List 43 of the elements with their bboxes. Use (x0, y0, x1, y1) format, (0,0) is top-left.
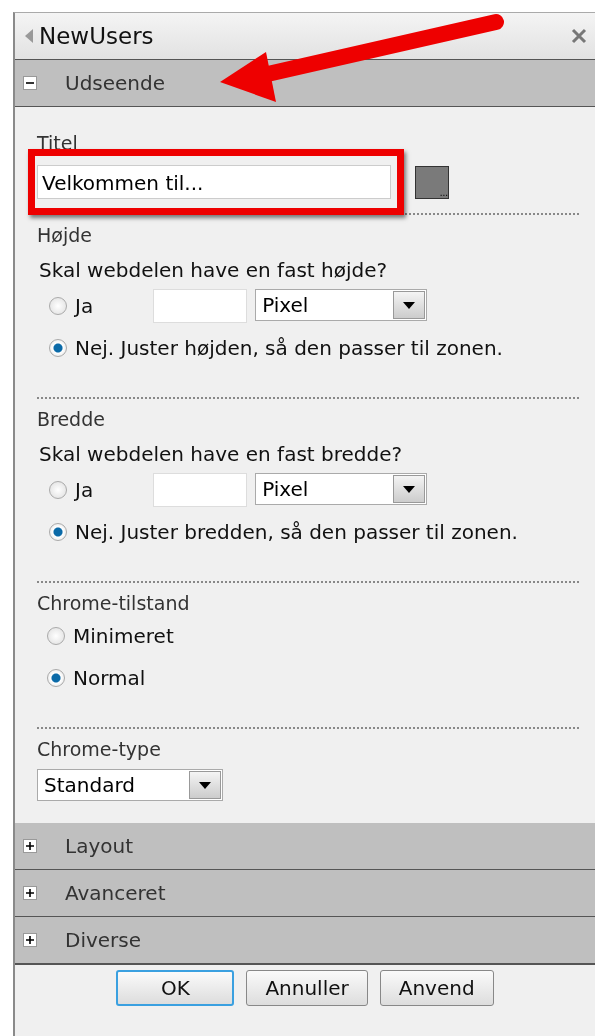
plus-icon (23, 933, 37, 947)
dialog-button[interactable]: OK (116, 970, 235, 1006)
plus-icon (23, 839, 37, 853)
radio-button[interactable] (49, 481, 67, 499)
plus-icon (23, 886, 37, 900)
option-label: Nej. Juster bredden, så den passer til zonen. (75, 520, 518, 544)
dropdown[interactable]: Pixel (255, 473, 428, 505)
dropdown[interactable]: Pixel (255, 289, 428, 321)
dialog-button[interactable]: Annuller (246, 970, 368, 1006)
option-label: Minimeret (73, 624, 174, 648)
minus-icon (23, 76, 37, 90)
collapse-arrow-icon (25, 29, 33, 43)
section-header[interactable]: Layout (15, 823, 595, 870)
radio-button[interactable] (49, 523, 67, 541)
dropdown[interactable]: Standard (37, 769, 223, 801)
builder-button[interactable]: ... (415, 165, 449, 199)
option-label: Ja (75, 478, 94, 502)
dropdown-arrow-icon (403, 301, 416, 309)
radio-button[interactable] (47, 669, 65, 687)
dropdown-arrow-icon (199, 781, 211, 789)
radio-button[interactable] (49, 339, 67, 357)
title-field[interactable]: Velkommen til... (37, 165, 391, 199)
section-header[interactable]: Diverse (15, 917, 595, 964)
radio-button[interactable] (47, 627, 65, 645)
radio-button[interactable] (49, 297, 67, 315)
section-header[interactable]: Udseende (15, 60, 595, 107)
option-label: Nej. Juster højden, så den passer til zonen. (75, 336, 503, 360)
section-label: Højde (37, 223, 93, 247)
close-button[interactable] (571, 28, 587, 44)
number-field[interactable] (153, 289, 248, 323)
dialog-button[interactable]: Anvend (379, 970, 494, 1006)
question-text: Skal webdelen have en fast bredde? (39, 441, 404, 467)
panel-title: NewUsers (39, 23, 155, 49)
option-label: Ja (75, 294, 94, 318)
option-label: Normal (73, 666, 146, 690)
section-label: Bredde (37, 407, 106, 431)
dropdown-arrow-icon (403, 485, 416, 493)
section-header[interactable]: Avanceret (15, 870, 595, 917)
question-text: Skal webdelen have en fast højde? (39, 257, 389, 283)
section-label: Chrome-type (37, 737, 162, 761)
number-field[interactable] (153, 473, 248, 507)
close-icon (571, 28, 587, 44)
section-label: Chrome-tilstand (37, 591, 191, 615)
